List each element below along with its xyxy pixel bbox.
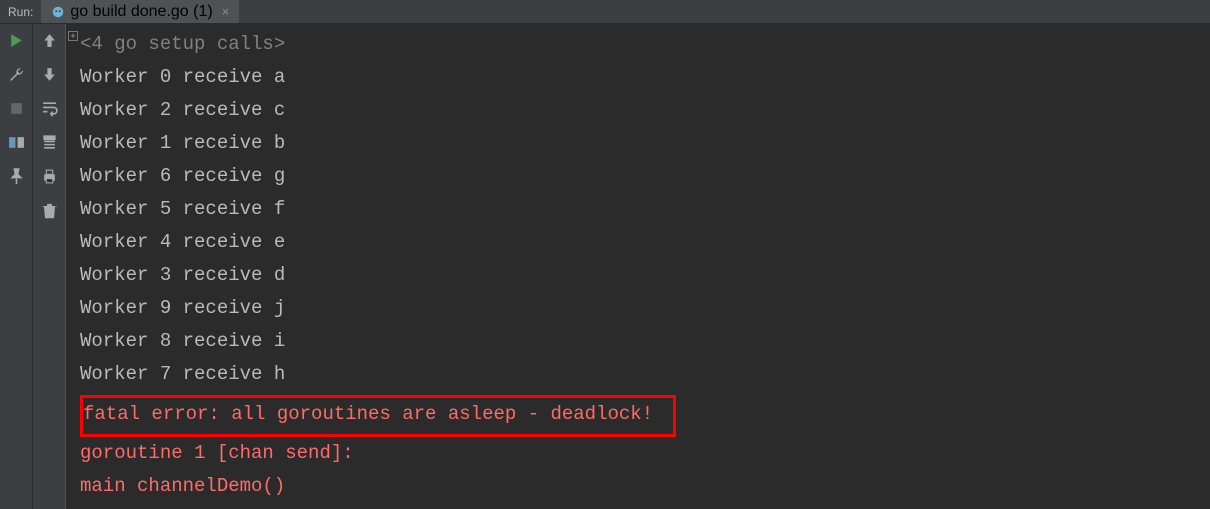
pin-icon[interactable] — [8, 168, 25, 185]
console-output[interactable]: + <4 go setup calls> Worker 0 receive a … — [66, 24, 1210, 509]
folded-region[interactable]: <4 go setup calls> — [80, 33, 285, 55]
console-line: goroutine 1 [chan send]: — [80, 442, 354, 464]
close-icon[interactable]: × — [218, 4, 230, 19]
print-icon[interactable] — [41, 168, 58, 185]
run-panel-header: Run: go build done.go (1) × — [0, 0, 1210, 24]
trash-icon[interactable] — [41, 202, 58, 219]
tab-title: go build done.go (1) — [70, 3, 212, 21]
console-line: Worker 4 receive e — [80, 231, 285, 253]
console-text: <4 go setup calls> Worker 0 receive a Wo… — [66, 24, 1210, 503]
down-arrow-icon[interactable] — [41, 66, 58, 83]
soft-wrap-icon[interactable] — [41, 100, 58, 117]
console-line: Worker 7 receive h — [80, 363, 285, 385]
run-toolbar-left — [0, 24, 33, 509]
run-tab[interactable]: go build done.go (1) × — [41, 0, 239, 23]
rerun-icon[interactable] — [8, 32, 25, 49]
console-line: Worker 3 receive d — [80, 264, 285, 286]
scroll-end-icon[interactable] — [41, 134, 58, 151]
console-line: Worker 9 receive j — [80, 297, 285, 319]
expand-fold-icon[interactable]: + — [68, 31, 78, 41]
stop-icon[interactable] — [8, 100, 25, 117]
console-line: main channelDemo() — [80, 475, 285, 497]
error-highlight: fatal error: all goroutines are asleep -… — [80, 395, 676, 437]
go-file-icon — [51, 5, 65, 19]
layout-icon[interactable] — [8, 134, 25, 151]
console-line: Worker 6 receive g — [80, 165, 285, 187]
console-line: Worker 8 receive i — [80, 330, 285, 352]
run-toolbar-right — [33, 24, 66, 509]
up-arrow-icon[interactable] — [41, 32, 58, 49]
console-line: Worker 0 receive a — [80, 66, 285, 88]
console-line: Worker 2 receive c — [80, 99, 285, 121]
panel-label: Run: — [0, 5, 41, 19]
wrench-icon[interactable] — [8, 66, 25, 83]
console-line: Worker 1 receive b — [80, 132, 285, 154]
console-line: Worker 5 receive f — [80, 198, 285, 220]
